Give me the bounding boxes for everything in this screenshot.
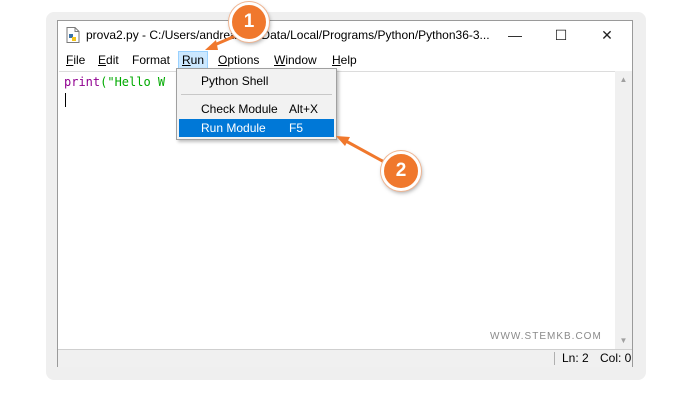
menu-format-label: Format (132, 53, 171, 67)
status-line: Ln: 2 (562, 351, 589, 365)
menu-item-run-module[interactable]: Run Module F5 (179, 119, 334, 137)
maximize-icon: ☐ (554, 27, 568, 43)
vertical-scrollbar[interactable]: ▲ ▼ (615, 71, 632, 349)
menu-separator (181, 94, 332, 95)
scroll-up-icon[interactable]: ▲ (615, 71, 632, 88)
code-line-1: print("Hello W (64, 75, 165, 89)
menu-help-mnemonic: H (332, 53, 341, 67)
step-1-badge: 1 (229, 2, 269, 42)
code-editor[interactable]: print("Hello W (59, 71, 615, 350)
menu-bar: File Edit Format Run Options Window Help (58, 50, 632, 70)
code-string: ("Hello W (100, 75, 166, 89)
python-file-icon (66, 27, 80, 43)
menu-item-python-shell[interactable]: Python Shell (179, 72, 334, 90)
close-icon: ✕ (601, 27, 613, 43)
step-2-badge: 2 (381, 151, 421, 191)
menu-edit[interactable]: Edit (95, 51, 122, 69)
check-module-shortcut: Alt+X (289, 102, 319, 116)
close-button[interactable]: ✕ (584, 21, 630, 49)
watermark: WWW.STEMKB.COM (490, 331, 602, 342)
window-title: prova2.py - C:/Users/andrea/AppData/Loca… (86, 28, 490, 42)
code-keyword: print (64, 75, 101, 89)
menu-file[interactable]: File (63, 51, 88, 69)
status-bar: Ln: 2 Col: 0 (58, 349, 632, 367)
status-column: Col: 0 (600, 351, 632, 365)
minimize-icon: — (508, 27, 522, 43)
title-bar[interactable]: prova2.py - C:/Users/andrea/AppData/Loca… (58, 21, 632, 49)
menu-file-label: ile (73, 53, 86, 67)
menu-edit-mnemonic: E (98, 53, 107, 67)
scroll-down-icon[interactable]: ▼ (615, 332, 632, 349)
menu-run-mnemonic: R (182, 53, 191, 67)
menu-item-check-module[interactable]: Check Module Alt+X (179, 100, 334, 118)
menu-help-label: elp (340, 53, 357, 67)
menu-window-label: indow (285, 53, 317, 67)
menu-window-mnemonic: W (274, 53, 286, 67)
menu-format[interactable]: Format (129, 51, 173, 69)
menu-window[interactable]: Window (271, 51, 320, 69)
text-caret (65, 93, 66, 107)
idle-editor-window: prova2.py - C:/Users/andrea/AppData/Loca… (57, 20, 633, 367)
status-separator (554, 352, 555, 365)
python-shell-label: Python Shell (201, 74, 269, 88)
run-menu-dropdown: Python Shell Check Module Alt+X Run Modu… (176, 68, 337, 140)
menu-options[interactable]: Options (215, 51, 262, 69)
menu-edit-label: dit (106, 53, 119, 67)
minimize-button[interactable]: — (492, 21, 538, 49)
menu-run-label: un (190, 53, 205, 67)
menu-run[interactable]: Run (178, 51, 209, 69)
run-module-shortcut: F5 (289, 121, 304, 135)
menu-options-label: ptions (227, 53, 260, 67)
maximize-button[interactable]: ☐ (538, 21, 584, 49)
check-module-label: Check Module (201, 102, 278, 116)
run-module-label: Run Module (201, 121, 266, 135)
menu-help[interactable]: Help (329, 51, 360, 69)
menu-options-mnemonic: O (218, 53, 228, 67)
